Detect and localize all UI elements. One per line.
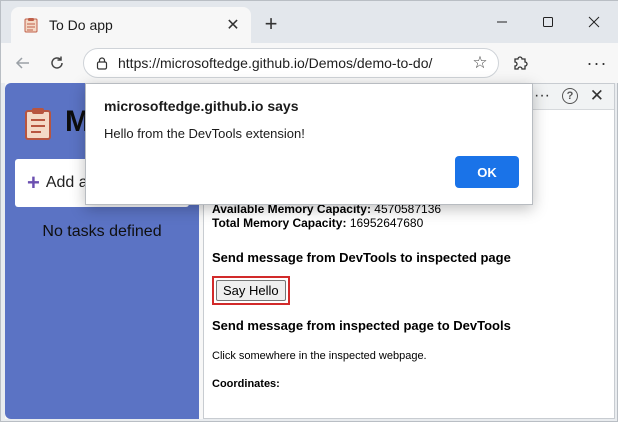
click-hint-text: Click somewhere in the inspected webpage… — [212, 350, 427, 362]
ok-button[interactable]: OK — [455, 156, 519, 188]
lock-icon[interactable] — [94, 55, 110, 71]
say-hello-button[interactable]: Say Hello — [216, 280, 286, 301]
empty-state-text: No tasks defined — [42, 223, 162, 240]
dialog-message: Hello from the DevTools extension! — [104, 126, 305, 141]
tab-strip: To Do app ✕ + — [1, 1, 618, 43]
star-icon[interactable]: ☆ — [468, 51, 492, 75]
memory-value: 16952647680 — [349, 216, 424, 230]
minimize-icon[interactable] — [479, 1, 525, 43]
extension-icon[interactable] — [508, 51, 532, 75]
maximize-icon[interactable] — [525, 1, 571, 43]
more-icon[interactable]: ··· — [534, 87, 550, 105]
alert-dialog: microsoftedge.github.io says Hello from … — [85, 83, 533, 205]
plus-icon: + — [27, 170, 40, 195]
close-window-icon[interactable] — [571, 1, 617, 43]
say-hello-highlight: Say Hello — [212, 276, 290, 305]
browser-toolbar: https://microsoftedge.github.io/Demos/de… — [1, 43, 618, 83]
plus-icon[interactable]: + — [259, 11, 283, 36]
more-icon[interactable]: ··· — [585, 51, 609, 75]
dialog-title: microsoftedge.github.io says — [104, 98, 299, 114]
browser-window: To Do app ✕ + https://microsoftedge.gith… — [0, 0, 618, 422]
tab-title: To Do app — [49, 17, 113, 33]
help-icon[interactable]: ? — [562, 88, 578, 104]
notepad-icon — [23, 107, 53, 141]
address-bar[interactable]: https://microsoftedge.github.io/Demos/de… — [83, 48, 499, 78]
close-icon[interactable]: ✕ — [223, 15, 243, 35]
close-icon[interactable]: ✕ — [590, 86, 604, 106]
tab-todo-app[interactable]: To Do app ✕ — [11, 7, 251, 43]
section-heading-devtools-to-page: Send message from DevTools to inspected … — [212, 250, 511, 265]
section-heading-page-to-devtools: Send message from inspected page to DevT… — [212, 318, 511, 333]
memory-total: Total Memory Capacity: 16952647680 — [212, 216, 423, 230]
url-text[interactable]: https://microsoftedge.github.io/Demos/de… — [118, 55, 468, 71]
notepad-icon — [23, 17, 39, 33]
refresh-icon[interactable] — [45, 51, 69, 75]
add-task-label: Add a — [45, 174, 88, 191]
back-icon[interactable] — [11, 51, 35, 75]
coordinates-label: Coordinates: — [212, 378, 280, 390]
memory-label: Total Memory Capacity: — [212, 216, 347, 230]
